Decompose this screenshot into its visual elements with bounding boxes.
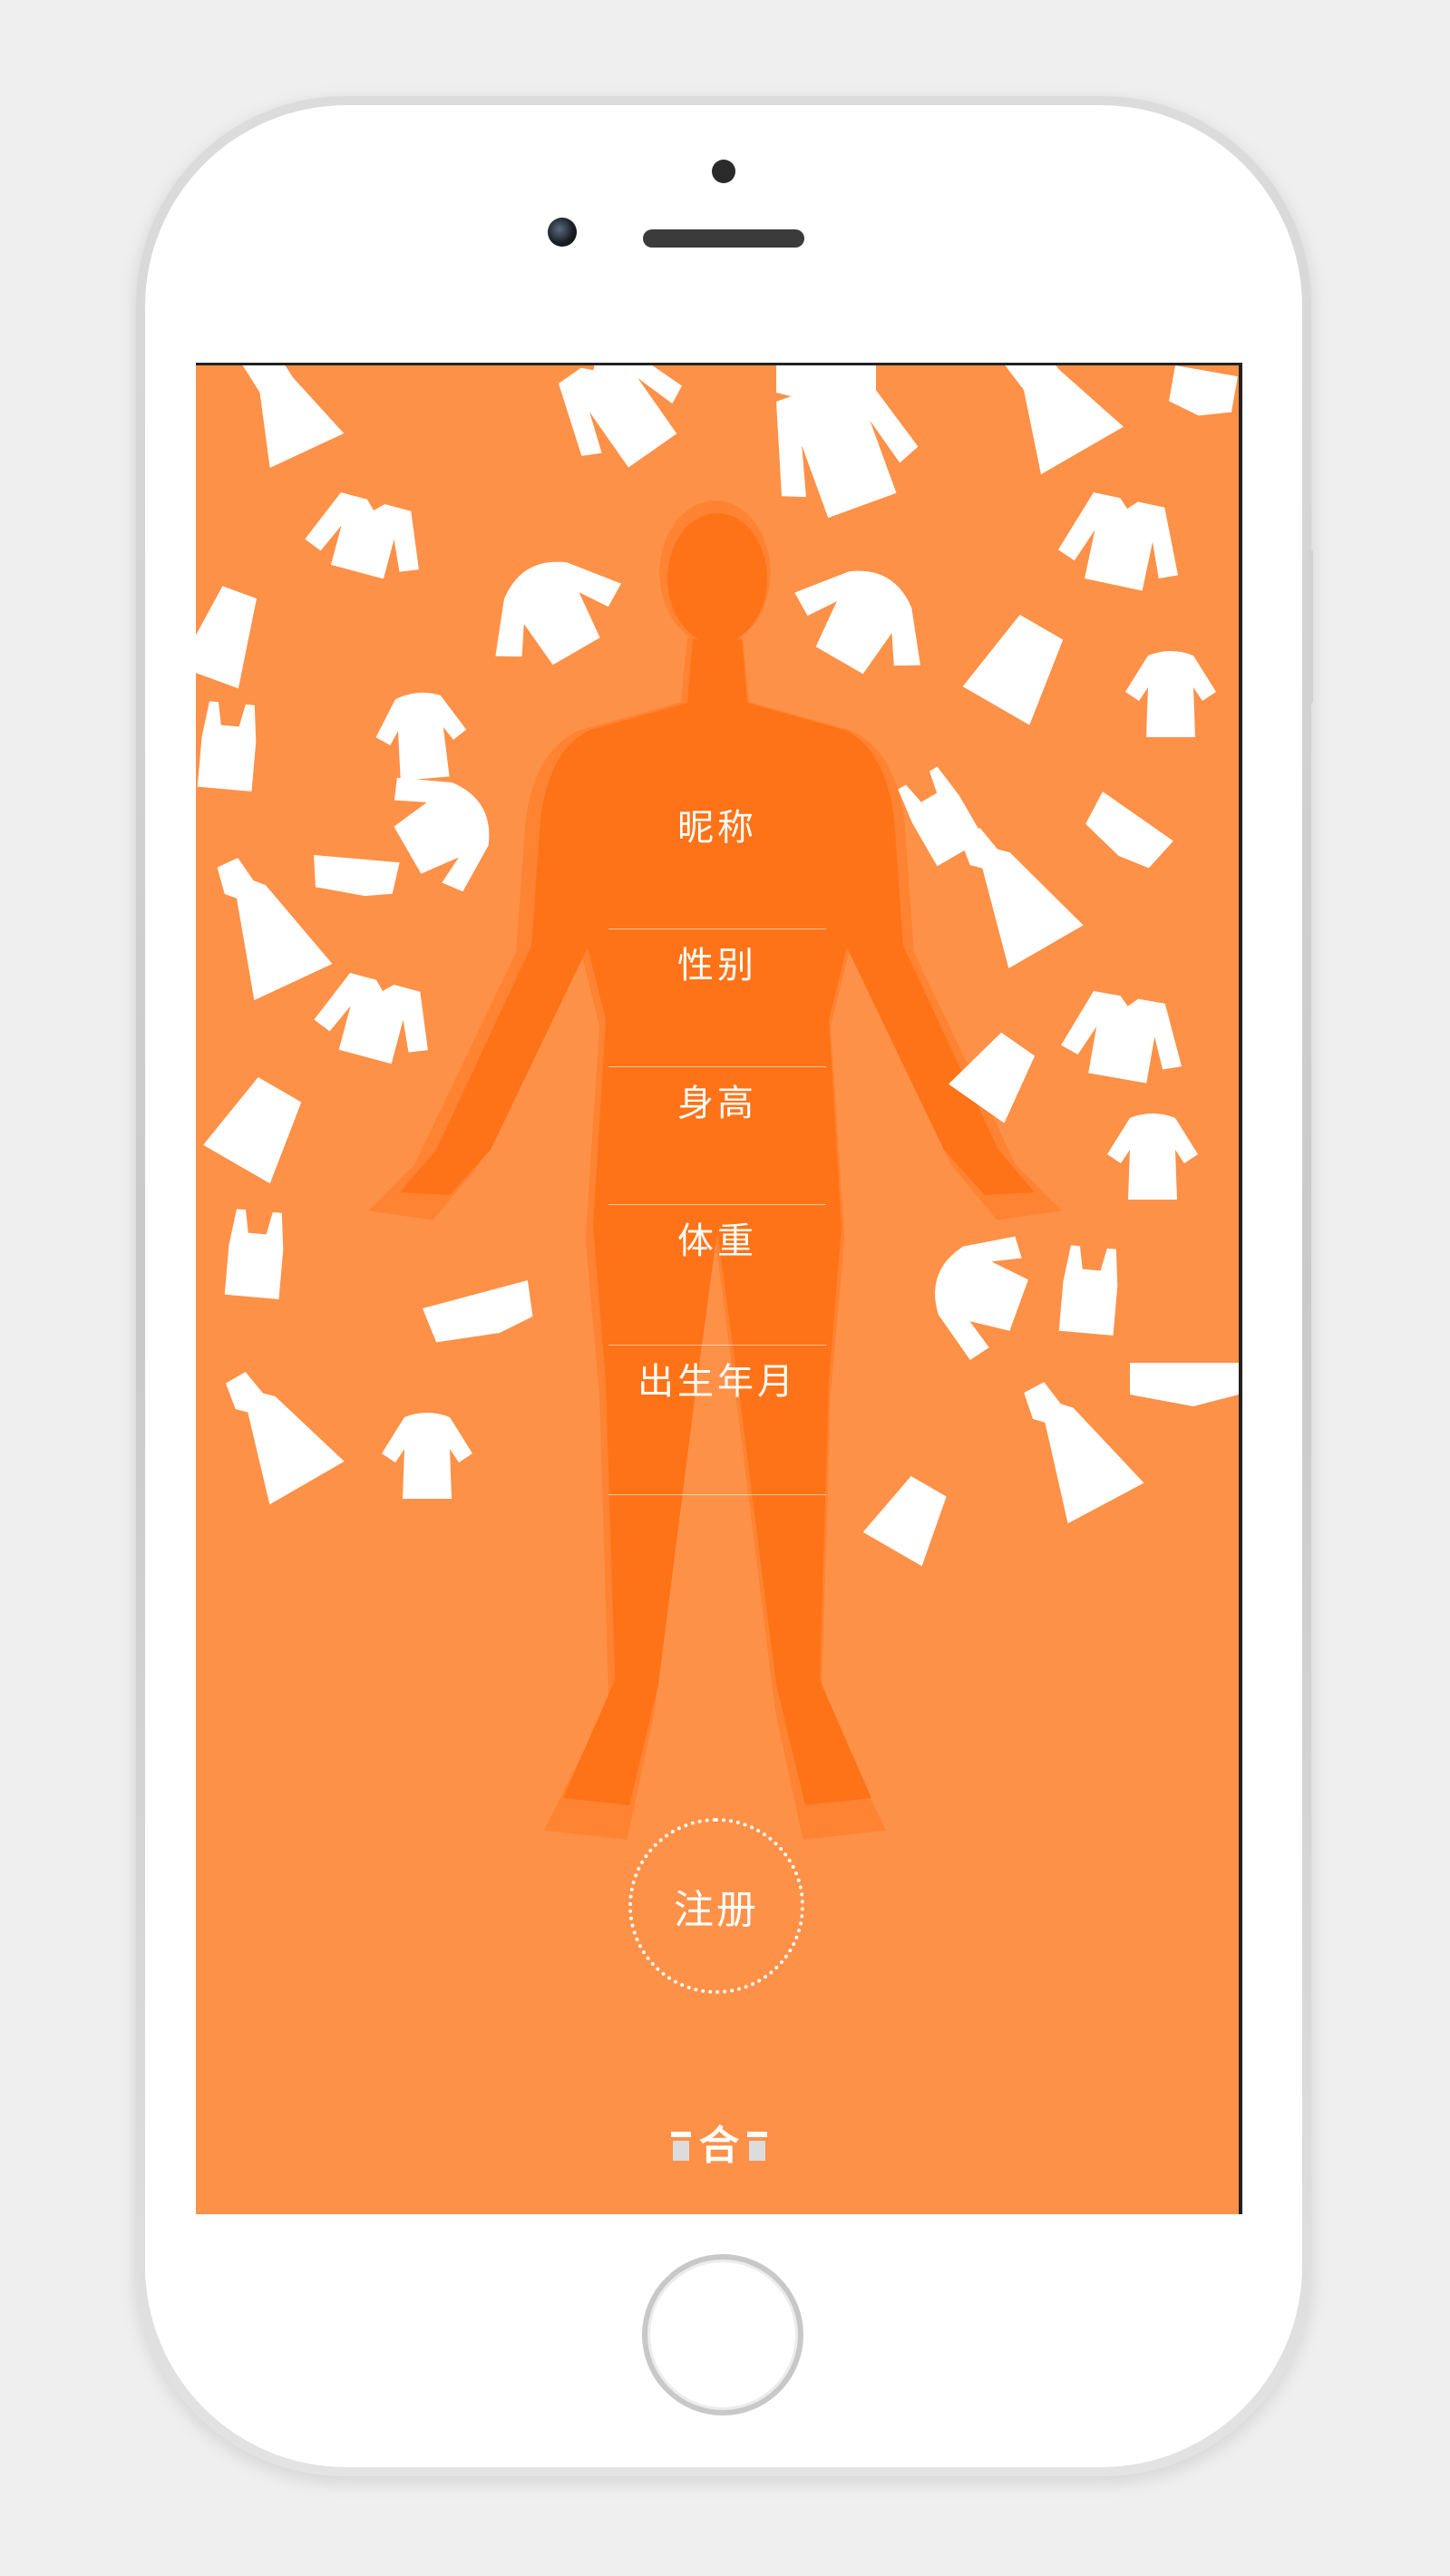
weight-field[interactable]: 体重 [608,1205,826,1346]
front-camera-icon [548,218,577,247]
power-button [1308,549,1313,704]
profile-form-menu: 昵称 性别 身高 体重 出生年月 [608,792,826,1495]
height-label: 身高 [677,1083,757,1124]
earpiece-speaker [643,229,804,248]
proximity-sensor [712,160,735,183]
register-label: 注册 [674,1887,759,1933]
app-screen: 昵称 性别 身高 体重 出生年月 注册 合 [196,363,1242,2214]
register-button[interactable]: 注册 [628,1818,804,1994]
height-field[interactable]: 身高 [608,1067,826,1205]
birthdate-label: 出生年月 [637,1361,797,1403]
weight-label: 体重 [677,1220,757,1262]
nickname-field[interactable]: 昵称 [608,792,826,929]
app-logo-icon: 合 [671,2123,767,2168]
divider [608,1494,826,1495]
gender-label: 性别 [677,945,757,987]
gender-field[interactable]: 性别 [608,929,826,1067]
birthdate-field[interactable]: 出生年月 [608,1346,826,1495]
home-button[interactable] [642,2254,803,2416]
logo-text: 合 [699,2123,739,2168]
nickname-label: 昵称 [677,807,757,849]
